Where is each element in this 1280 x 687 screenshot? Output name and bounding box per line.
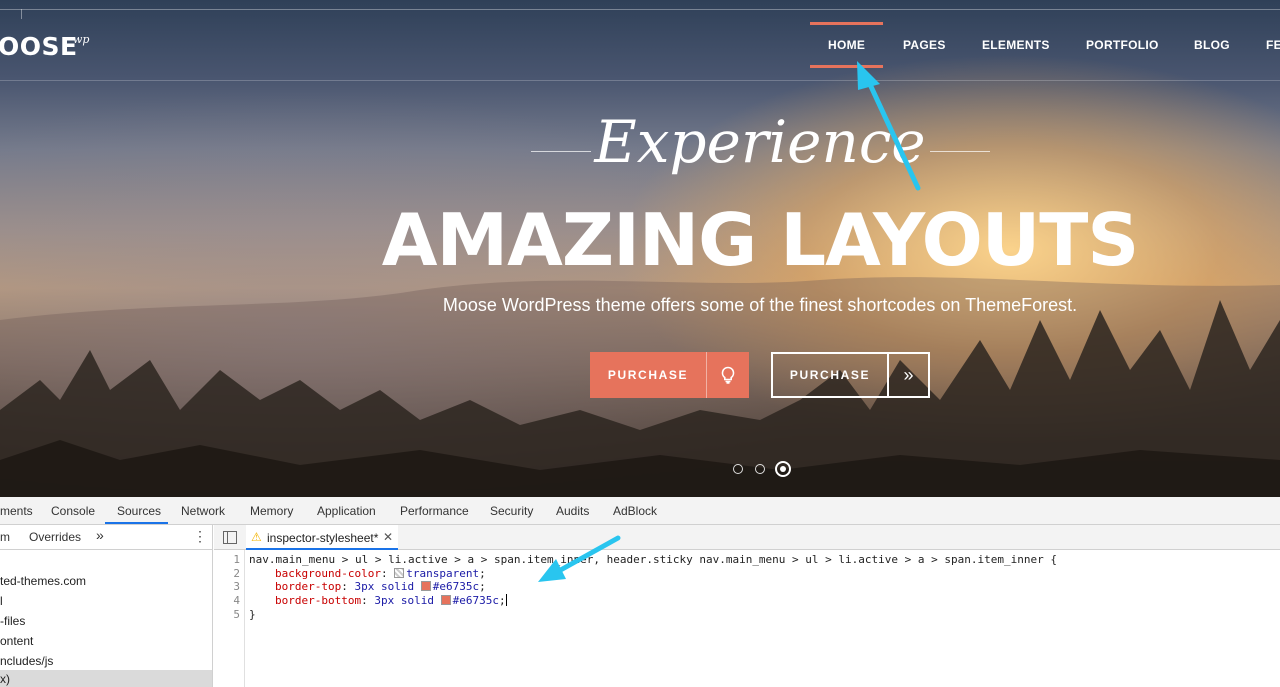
- devtools-tabbar: ments Console Sources Network Memory App…: [0, 497, 1280, 525]
- purchase-button-outline[interactable]: PURCHASE »: [771, 352, 930, 398]
- line-gutter: 1 2 3 4 5: [214, 550, 245, 687]
- line-number: 3: [233, 580, 240, 593]
- color-swatch[interactable]: [394, 568, 405, 578]
- more-tabs-icon[interactable]: »: [96, 527, 104, 543]
- css-declaration-border-top: border-top: 3px solid #e6735c;: [275, 580, 486, 593]
- selected-tree-row: [0, 670, 212, 687]
- hero-script-title: Experience: [594, 108, 926, 176]
- purchase-button-primary[interactable]: PURCHASE: [590, 352, 749, 398]
- css-selector-line: nav.main_menu > ul > li.active > a > spa…: [249, 553, 1057, 566]
- navigator-tabbar: m Overrides » ⋮: [0, 525, 212, 550]
- line-number: 2: [233, 567, 240, 580]
- tab-security[interactable]: Security: [490, 504, 533, 518]
- active-border-bottom: [810, 65, 883, 68]
- nav-item-blog[interactable]: BLOG: [1194, 38, 1230, 52]
- tree-item[interactable]: -files: [0, 614, 25, 628]
- hero-headline: AMAZING LAYOUTS: [381, 198, 1139, 282]
- text-cursor: [505, 594, 507, 606]
- nav-item-home[interactable]: HOME: [828, 38, 865, 52]
- tree-item[interactable]: ted-themes.com: [0, 574, 86, 588]
- code-editor[interactable]: 1 2 3 4 5 nav.main_menu > ul > li.active…: [214, 550, 1280, 687]
- tab-console[interactable]: Console: [51, 504, 95, 518]
- lightbulb-icon: [706, 352, 749, 398]
- nav-item-elements[interactable]: ELEMENTS: [982, 38, 1050, 52]
- line-number: 4: [233, 594, 240, 607]
- slider-dot-1[interactable]: [733, 464, 743, 474]
- purchase-button-label: PURCHASE: [789, 368, 871, 382]
- tab-performance[interactable]: Performance: [400, 504, 469, 518]
- tab-audits[interactable]: Audits: [556, 504, 589, 518]
- navigator-tab-filesystem[interactable]: m: [0, 530, 10, 544]
- tree-item[interactable]: x): [0, 672, 10, 686]
- active-border-top: [810, 22, 883, 25]
- css-closing-brace: }: [249, 608, 256, 621]
- tab-memory[interactable]: Memory: [250, 504, 293, 518]
- tree-item[interactable]: l: [0, 594, 3, 608]
- css-declaration-background: background-color: transparent;: [275, 567, 486, 580]
- css-declaration-border-bottom: border-bottom: 3px solid #e6735c;: [275, 594, 507, 607]
- nav-item-pages[interactable]: PAGES: [903, 38, 946, 52]
- file-tab-label: inspector-stylesheet*: [267, 531, 379, 545]
- hero-slider: OOSE wp HOME PAGES ELEMENTS PORTFOLIO BL…: [0, 0, 1280, 497]
- nav-item-features[interactable]: FE: [1266, 38, 1280, 52]
- double-chevron-right-icon: »: [887, 354, 928, 396]
- kebab-menu-icon[interactable]: ⋮: [193, 529, 207, 543]
- sources-navigator: m Overrides » ⋮ ted-themes.com l -files …: [0, 525, 213, 687]
- tree-item[interactable]: ncludes/js: [0, 654, 53, 668]
- line-number: 1: [233, 553, 240, 566]
- toggle-navigator-icon[interactable]: [223, 531, 237, 544]
- main-menu: HOME PAGES ELEMENTS PORTFOLIO BLOG FE: [0, 0, 1280, 80]
- close-icon[interactable]: ✕: [383, 530, 393, 544]
- hero-subtitle: Moose WordPress theme offers some of the…: [442, 295, 1078, 315]
- purchase-button-label: PURCHASE: [607, 368, 689, 382]
- color-swatch[interactable]: [420, 581, 431, 591]
- tab-network[interactable]: Network: [181, 504, 225, 518]
- navigator-tab-overrides[interactable]: Overrides: [29, 530, 81, 544]
- nav-item-portfolio[interactable]: PORTFOLIO: [1086, 38, 1159, 52]
- tab-sources[interactable]: Sources: [117, 504, 161, 518]
- tree-item[interactable]: ontent: [0, 634, 33, 648]
- tab-adblock[interactable]: AdBlock: [613, 504, 657, 518]
- nav-divider: [0, 80, 1280, 81]
- tab-elements[interactable]: ments: [0, 504, 33, 518]
- slider-dot-2[interactable]: [755, 464, 765, 474]
- line-number: 5: [233, 608, 240, 621]
- warning-icon: ⚠: [251, 530, 262, 544]
- tab-application[interactable]: Application: [317, 504, 376, 518]
- color-swatch[interactable]: [440, 595, 451, 605]
- file-tab-inspector-stylesheet[interactable]: ⚠ inspector-stylesheet* ✕: [246, 525, 398, 550]
- active-tab-indicator: [105, 522, 168, 524]
- slider-dot-3-active[interactable]: [775, 461, 791, 477]
- editor-tabbar: ⚠ inspector-stylesheet* ✕: [214, 525, 1280, 550]
- devtools-panel: ments Console Sources Network Memory App…: [0, 497, 1280, 687]
